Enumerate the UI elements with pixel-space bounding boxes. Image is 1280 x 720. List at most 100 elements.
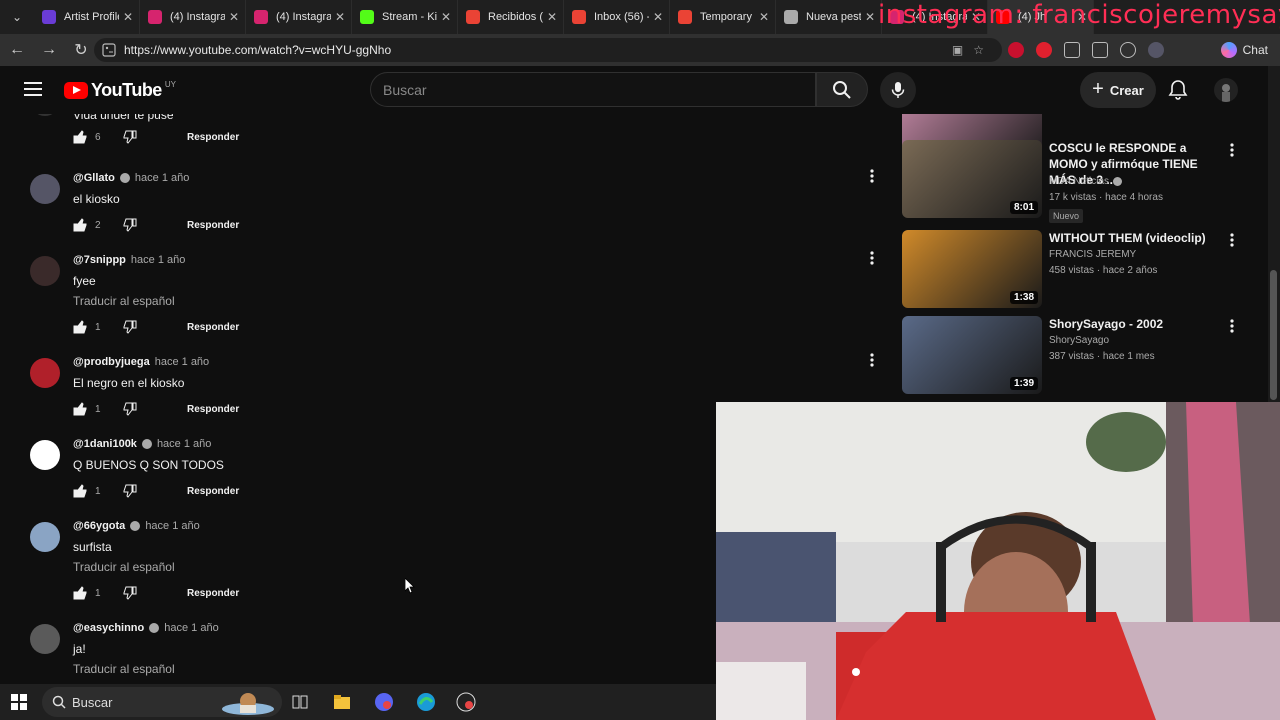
- profile-avatar-icon[interactable]: [1148, 42, 1164, 58]
- dislike-icon[interactable]: [123, 130, 137, 144]
- commenter-avatar[interactable]: [30, 440, 60, 470]
- edge-browser-icon[interactable]: [416, 692, 436, 712]
- app-install-icon[interactable]: ▣: [952, 43, 963, 57]
- comment-more-icon[interactable]: [868, 168, 876, 184]
- reply-button[interactable]: Responder: [187, 322, 239, 333]
- bookmark-star-icon[interactable]: ☆: [973, 43, 984, 57]
- adblock-extension-icon[interactable]: [1008, 42, 1024, 58]
- file-explorer-icon[interactable]: [332, 692, 352, 712]
- discord-app-icon[interactable]: [374, 692, 394, 712]
- browser-tab[interactable]: Artist Profile ✕: [34, 0, 140, 34]
- video-channel[interactable]: MDA Noticias: [1049, 176, 1109, 187]
- obs-recording-icon[interactable]: [456, 692, 476, 712]
- menu-icon[interactable]: [24, 82, 42, 96]
- comment-time[interactable]: hace 1 año: [155, 356, 209, 368]
- voice-search-button[interactable]: [880, 72, 916, 108]
- comment-author[interactable]: @prodbyjuega: [73, 356, 150, 368]
- reply-button[interactable]: Responder: [187, 588, 239, 599]
- comment-author[interactable]: @66ygota: [73, 520, 125, 532]
- tab-close-icon[interactable]: ✕: [335, 10, 345, 24]
- browser-tab[interactable]: Temporary E ✕: [670, 0, 776, 34]
- dislike-icon[interactable]: [123, 320, 137, 334]
- dislike-icon[interactable]: [123, 586, 137, 600]
- tab-close-icon[interactable]: ✕: [229, 10, 239, 24]
- comment-author[interactable]: @1dani100k: [73, 438, 137, 450]
- translate-link[interactable]: Traducir al español: [73, 294, 175, 308]
- comment-time[interactable]: hace 1 año: [157, 438, 211, 450]
- like-icon[interactable]: [73, 586, 87, 600]
- browser-tab[interactable]: (4) Instagram ✕: [140, 0, 246, 34]
- like-icon[interactable]: [73, 320, 87, 334]
- comment-time[interactable]: hace 1 año: [145, 520, 199, 532]
- video-thumbnail[interactable]: 8:01: [902, 140, 1042, 218]
- account-avatar[interactable]: [1214, 78, 1238, 102]
- notifications-bell-icon[interactable]: [1166, 78, 1190, 102]
- video-title[interactable]: WITHOUT THEM (videoclip): [1049, 230, 1217, 246]
- comment-time[interactable]: hace 1 año: [135, 172, 189, 184]
- like-icon[interactable]: [73, 218, 87, 232]
- extension-red-icon[interactable]: [1036, 42, 1052, 58]
- translate-link[interactable]: Traducir al español: [73, 560, 175, 574]
- tab-close-icon[interactable]: ✕: [865, 10, 875, 24]
- like-icon[interactable]: [73, 130, 87, 144]
- dislike-icon[interactable]: [123, 218, 137, 232]
- video-channel[interactable]: FRANCIS JEREMY: [1049, 249, 1136, 260]
- comment-author[interactable]: @7snippp: [73, 254, 126, 266]
- translate-link[interactable]: Traducir al español: [73, 662, 175, 676]
- comment-more-icon[interactable]: [868, 250, 876, 266]
- site-info-icon[interactable]: [102, 43, 116, 57]
- browser-tab[interactable]: (4) Instagram ✕: [246, 0, 352, 34]
- video-thumbnail[interactable]: 1:38: [902, 230, 1042, 308]
- search-input[interactable]: Buscar: [370, 72, 816, 107]
- favorites-icon[interactable]: [1120, 42, 1136, 58]
- tab-close-icon[interactable]: ✕: [653, 10, 663, 24]
- tab-close-icon[interactable]: ✕: [547, 10, 557, 24]
- comment-time[interactable]: hace 1 año: [164, 622, 218, 634]
- comment-more-icon[interactable]: [868, 352, 876, 368]
- commenter-avatar[interactable]: [30, 624, 60, 654]
- dislike-icon[interactable]: [123, 484, 137, 498]
- reply-button[interactable]: Responder: [187, 486, 239, 497]
- back-arrow-icon[interactable]: ←: [2, 35, 32, 65]
- video-more-icon[interactable]: [1228, 142, 1236, 158]
- copilot-chat-button[interactable]: Chat: [1220, 40, 1268, 60]
- task-view-icon[interactable]: [290, 692, 310, 712]
- address-bar[interactable]: https://www.youtube.com/watch?v=wcHYU-gg…: [94, 38, 1002, 62]
- scrollbar-thumb[interactable]: [1270, 270, 1277, 400]
- extensions-puzzle-icon[interactable]: [1064, 42, 1080, 58]
- commenter-avatar[interactable]: [30, 256, 60, 286]
- reply-button[interactable]: Responder: [187, 220, 239, 231]
- create-button[interactable]: + Crear: [1080, 72, 1156, 108]
- video-more-icon[interactable]: [1228, 232, 1236, 248]
- tab-list-chevron-icon[interactable]: ⌄: [0, 0, 34, 34]
- browser-tab[interactable]: Stream - Kick ✕: [352, 0, 458, 34]
- reply-button[interactable]: Responder: [187, 404, 239, 415]
- tab-close-icon[interactable]: ✕: [441, 10, 451, 24]
- video-thumbnail[interactable]: 1:39: [902, 316, 1042, 394]
- url-text[interactable]: https://www.youtube.com/watch?v=wcHYU-gg…: [124, 43, 391, 57]
- reply-button[interactable]: Responder: [187, 132, 239, 143]
- video-more-icon[interactable]: [1228, 318, 1236, 334]
- windows-start-icon[interactable]: [11, 694, 27, 710]
- taskbar-search-input[interactable]: Buscar: [42, 687, 282, 717]
- commenter-avatar[interactable]: [30, 522, 60, 552]
- commenter-avatar[interactable]: [30, 174, 60, 204]
- reload-icon[interactable]: ↻: [66, 35, 96, 65]
- comment-time[interactable]: hace 1 año: [131, 254, 185, 266]
- tab-close-icon[interactable]: ✕: [759, 10, 769, 24]
- browser-tab[interactable]: Recibidos (12 ✕: [458, 0, 564, 34]
- tab-close-icon[interactable]: ✕: [123, 10, 133, 24]
- video-title[interactable]: ShorySayago - 2002: [1049, 316, 1217, 332]
- comment-author[interactable]: @Gllato: [73, 172, 115, 184]
- split-screen-icon[interactable]: [1092, 42, 1108, 58]
- commenter-avatar[interactable]: [30, 358, 60, 388]
- forward-arrow-icon[interactable]: →: [34, 35, 64, 65]
- youtube-logo[interactable]: YouTube UY: [64, 80, 176, 101]
- like-icon[interactable]: [73, 484, 87, 498]
- search-button[interactable]: [816, 72, 868, 107]
- dislike-icon[interactable]: [123, 402, 137, 416]
- video-channel[interactable]: ShorySayago: [1049, 335, 1109, 346]
- comment-author[interactable]: @easychinno: [73, 622, 144, 634]
- browser-tab[interactable]: Nueva pestañ ✕: [776, 0, 882, 34]
- browser-tab[interactable]: Inbox (56) - s ✕: [564, 0, 670, 34]
